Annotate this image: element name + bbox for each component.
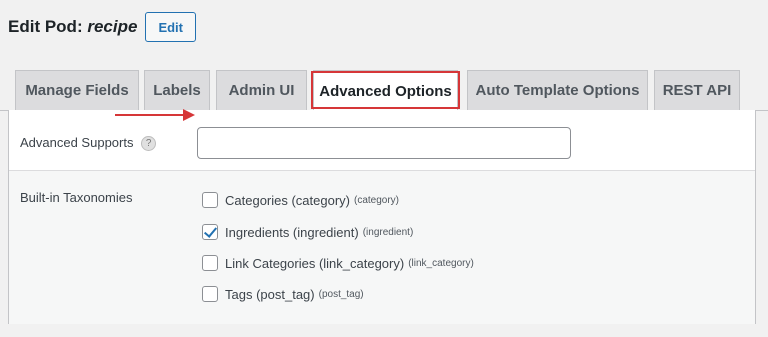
tab-auto-template-options[interactable]: Auto Template Options	[467, 70, 648, 110]
checkbox-post-tag[interactable]	[202, 286, 218, 302]
page-title-prefix: Edit Pod:	[8, 17, 83, 36]
red-arrow-icon	[115, 109, 195, 121]
tab-advanced-options[interactable]: Advanced Options	[313, 70, 458, 111]
taxonomy-slug-link-category: (link_category)	[408, 257, 474, 269]
title-row: Edit Pod: recipe Edit	[8, 12, 196, 42]
taxonomy-slug-post-tag: (post_tag)	[318, 288, 364, 300]
tab-labels[interactable]: Labels	[144, 70, 210, 110]
pod-name: recipe	[87, 17, 138, 36]
advanced-supports-input[interactable]	[197, 127, 571, 159]
taxonomy-item-category[interactable]: Categories (category) (category)	[202, 192, 399, 208]
checkbox-ingredient[interactable]	[202, 224, 218, 240]
taxonomy-label-post-tag: Tags (post_tag)	[225, 286, 315, 302]
tab-manage-fields[interactable]: Manage Fields	[15, 70, 139, 110]
taxonomy-label-link-category: Link Categories (link_category)	[225, 255, 405, 271]
taxonomy-item-post-tag[interactable]: Tags (post_tag) (post_tag)	[202, 286, 364, 302]
advanced-supports-label: Advanced Supports ?	[20, 135, 157, 152]
advanced-supports-row: Advanced Supports ?	[9, 119, 757, 175]
built-in-taxonomies-label: Built-in Taxonomies	[20, 190, 133, 205]
checkbox-link-category[interactable]	[202, 255, 218, 271]
tab-rest-api[interactable]: REST API	[654, 70, 740, 110]
tab-admin-ui[interactable]: Admin UI	[216, 70, 307, 110]
built-in-taxonomies-row: Built-in Taxonomies Categories (category…	[9, 170, 755, 324]
taxonomy-label-category: Categories (category)	[225, 192, 350, 208]
taxonomy-item-ingredient[interactable]: Ingredients (ingredient) (ingredient)	[202, 224, 413, 240]
taxonomy-item-link-category[interactable]: Link Categories (link_category) (link_ca…	[202, 255, 474, 271]
taxonomy-label-ingredient: Ingredients (ingredient)	[225, 224, 359, 240]
page-title: Edit Pod: recipe	[8, 17, 137, 37]
taxonomy-slug-category: (category)	[354, 194, 400, 206]
checkbox-category[interactable]	[202, 192, 218, 208]
taxonomy-slug-ingredient: (ingredient)	[362, 226, 414, 238]
advanced-supports-label-text: Advanced Supports	[20, 135, 134, 150]
edit-button[interactable]: Edit	[145, 12, 196, 42]
advanced-options-panel: Advanced Supports ? Built-in Taxonomies …	[8, 110, 756, 324]
question-circle-icon[interactable]: ?	[141, 136, 157, 152]
tab-bar: Manage Fields Labels Admin UI Advanced O…	[0, 70, 768, 111]
